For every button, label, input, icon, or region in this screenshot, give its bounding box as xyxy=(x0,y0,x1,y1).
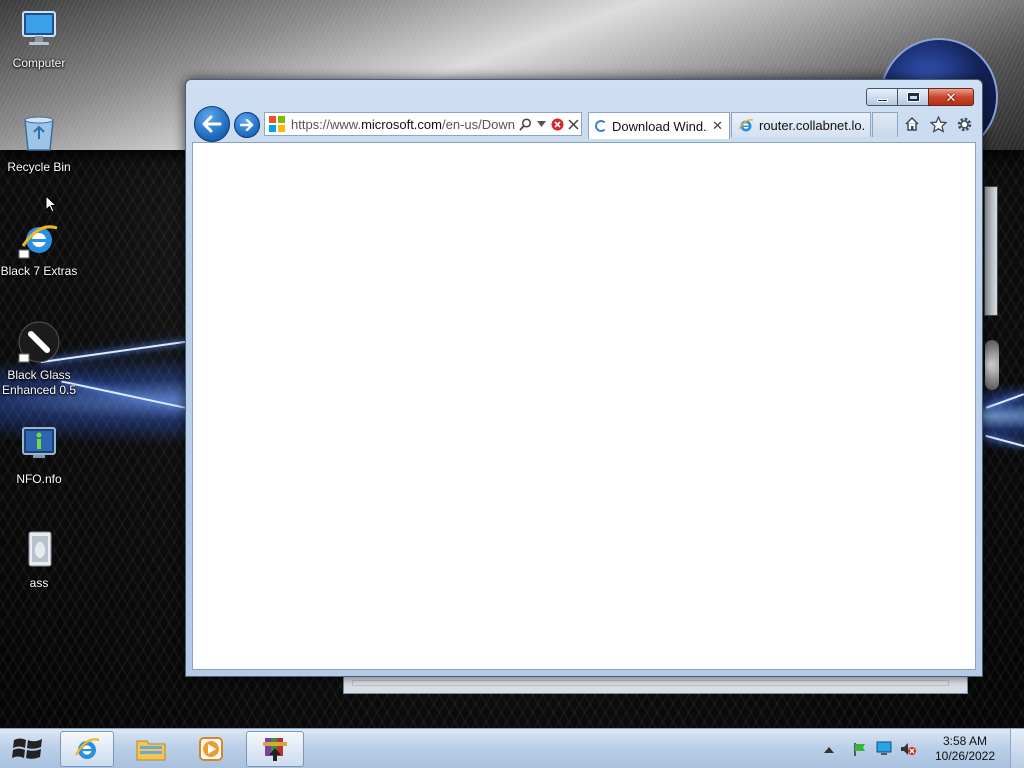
desktop-icon-black-glass-enhanced[interactable]: Black Glass Enhanced 0.5 xyxy=(0,320,78,398)
browser-toolbar: https://www.microsoft.com/en-us/Down Dow… xyxy=(192,104,978,142)
brush-icon xyxy=(17,320,61,364)
wallpaper-side-panel xyxy=(984,186,998,316)
internet-explorer-icon xyxy=(17,216,61,260)
tab-label: Download Wind... xyxy=(612,118,709,134)
back-button[interactable] xyxy=(194,106,230,142)
url-prefix: https://www. xyxy=(291,116,362,132)
url-domain: microsoft.com xyxy=(361,116,442,132)
microsoft-logo-icon xyxy=(269,116,285,132)
computer-icon xyxy=(17,8,61,52)
start-button[interactable] xyxy=(6,731,50,767)
show-hidden-icons-icon[interactable] xyxy=(820,740,838,758)
taskbar-winrar[interactable] xyxy=(246,731,304,767)
stop-icon[interactable] xyxy=(549,115,565,133)
arrow-right-icon xyxy=(240,119,254,131)
address-bar[interactable]: https://www.microsoft.com/en-us/Down xyxy=(264,112,582,136)
desktop-icon-label: Black 7 Extras xyxy=(0,264,78,278)
url-text[interactable]: https://www.microsoft.com/en-us/Down xyxy=(291,117,517,132)
browser-window[interactable]: ✕ https://www.microsoft.com/en-us/Down D… xyxy=(185,79,983,677)
recycle-bin-icon xyxy=(17,112,61,156)
winrar-icon xyxy=(263,738,287,761)
volume-muted-icon[interactable] xyxy=(899,740,917,758)
loading-spinner-icon xyxy=(595,120,607,132)
action-center-flag-icon[interactable] xyxy=(851,740,869,758)
forward-button[interactable] xyxy=(234,112,260,138)
new-tab-button[interactable] xyxy=(872,112,898,137)
internet-explorer-icon xyxy=(738,118,754,132)
tab-label: router.collabnet.lo... xyxy=(759,117,864,133)
url-path: /en-us/Down xyxy=(441,116,515,132)
close-address-icon[interactable] xyxy=(565,115,581,133)
clock-time: 3:58 AM xyxy=(942,734,988,748)
tab-close-icon[interactable]: ✕ xyxy=(708,118,723,134)
desktop-icon-label: Computer xyxy=(12,56,66,70)
horizontal-scrollbar[interactable] xyxy=(352,680,949,686)
internet-explorer-icon xyxy=(74,738,100,759)
info-file-icon xyxy=(17,424,61,468)
desktop-icon-label: ass xyxy=(29,576,49,590)
windows-logo-icon xyxy=(12,738,42,759)
media-player-icon xyxy=(199,737,223,761)
desktop-icon-recycle-bin[interactable]: Recycle Bin xyxy=(0,112,78,175)
search-icon[interactable] xyxy=(517,115,533,133)
chevron-down-icon[interactable] xyxy=(533,115,549,133)
desktop-icon-ass[interactable]: ass xyxy=(0,528,78,591)
home-icon[interactable] xyxy=(902,114,922,134)
mouse-cursor xyxy=(45,194,58,216)
desktop-icon-label: NFO.nfo xyxy=(16,472,62,486)
tab-download-windows[interactable]: Download Wind... ✕ xyxy=(588,112,730,139)
desktop-icon-label: Black Glass Enhanced 0.5 xyxy=(1,368,77,397)
tools-gear-icon[interactable] xyxy=(954,114,974,134)
show-desktop-button[interactable] xyxy=(1010,729,1024,768)
command-icons xyxy=(902,114,974,134)
folder-image-icon xyxy=(17,528,61,572)
clock[interactable]: 3:58 AM 10/26/2022 xyxy=(920,734,1010,764)
taskbar-windows-explorer[interactable] xyxy=(124,731,178,767)
network-icon[interactable] xyxy=(875,740,893,758)
desktop-icon-label: Recycle Bin xyxy=(7,160,71,174)
arrow-left-icon xyxy=(202,115,222,133)
taskbar: 3:58 AM 10/26/2022 xyxy=(0,728,1024,768)
desktop-icon-nfo[interactable]: NFO.nfo xyxy=(0,424,78,487)
close-icon: ✕ xyxy=(945,89,957,105)
clock-date: 10/26/2022 xyxy=(934,749,996,763)
desktop-icon-computer[interactable]: Computer xyxy=(0,8,78,71)
system-tray: 3:58 AM 10/26/2022 xyxy=(817,729,1024,768)
page-content[interactable] xyxy=(192,142,976,670)
tab-router-collabnet[interactable]: router.collabnet.lo... xyxy=(731,112,871,137)
taskbar-internet-explorer[interactable] xyxy=(60,731,114,767)
folder-icon xyxy=(136,740,166,761)
wallpaper-knob xyxy=(985,340,999,390)
minimize-icon xyxy=(876,98,888,102)
taskbar-media-player[interactable] xyxy=(184,731,238,767)
restore-icon xyxy=(907,93,919,101)
favorites-star-icon[interactable] xyxy=(928,114,948,134)
desktop-icon-black-7-extras[interactable]: Black 7 Extras xyxy=(0,216,78,279)
